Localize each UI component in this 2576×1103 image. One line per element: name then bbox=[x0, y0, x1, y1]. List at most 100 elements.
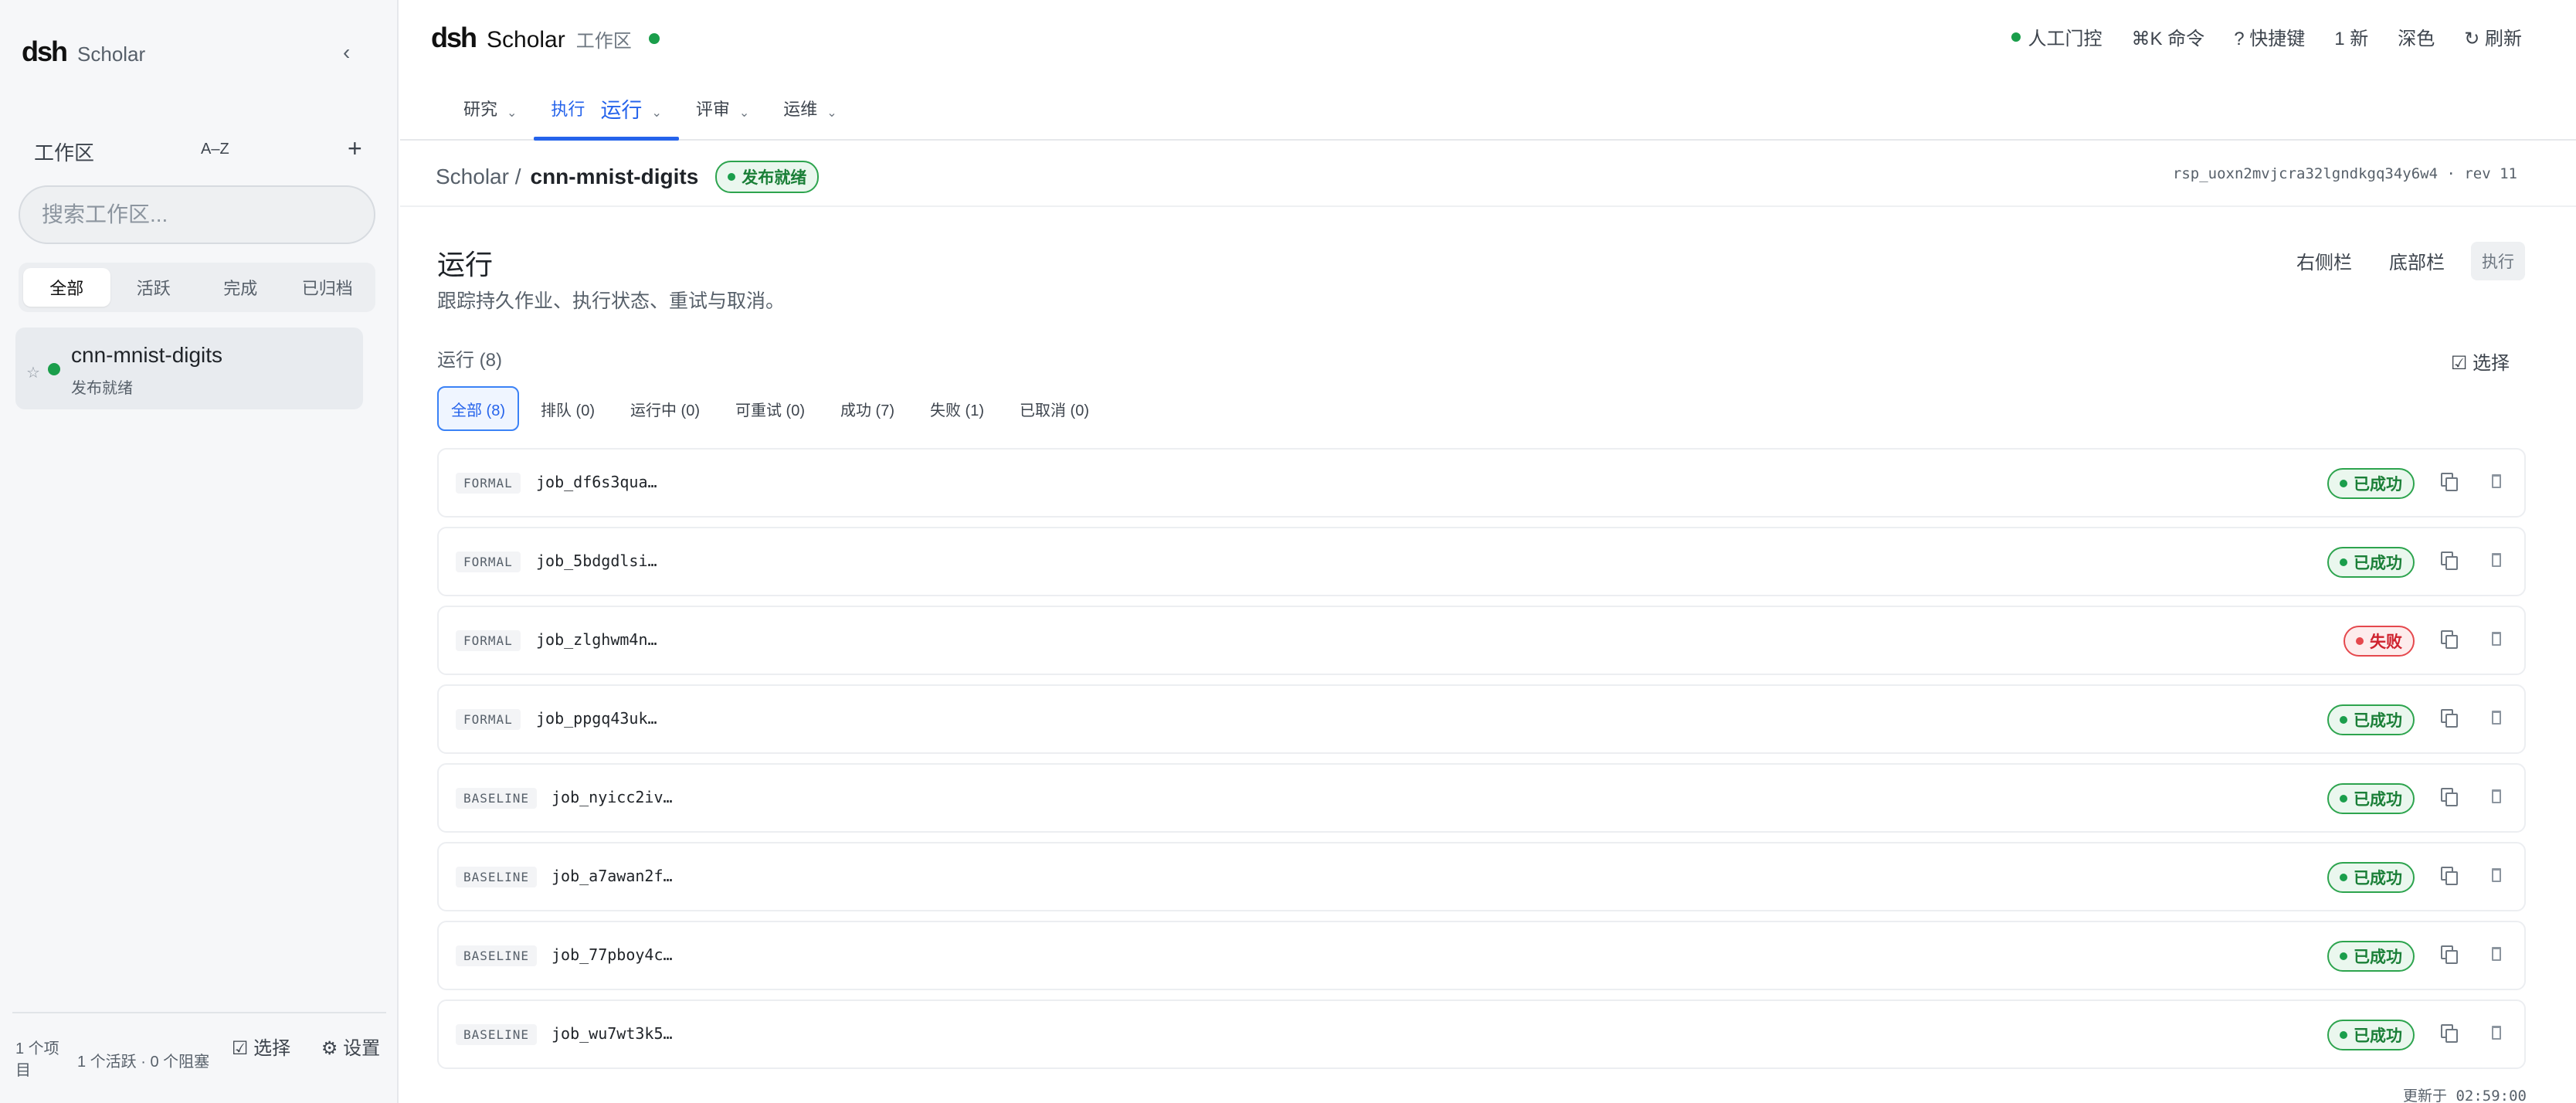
status-badge-label: 发布就绪 bbox=[742, 169, 807, 187]
run-type-tag: BASELINE bbox=[456, 1024, 538, 1045]
chip-failed[interactable]: 失败 (1) bbox=[916, 386, 998, 431]
chip-succeeded[interactable]: 成功 (7) bbox=[826, 386, 908, 431]
header-actions: 人工门控 ⌘K 命令 ? 快捷键 1 新 深色 ↻ 刷新 bbox=[2011, 23, 2522, 50]
sidebar-footer: 1 个项目 1 个活跃 · 0 个阻塞 ☑ 选择 ⚙ 设置 bbox=[12, 1012, 386, 1103]
trash-icon[interactable] bbox=[2492, 789, 2501, 803]
select-button[interactable]: ☑ 选择 bbox=[230, 1037, 292, 1061]
status-dot bbox=[2340, 874, 2347, 881]
settings-button[interactable]: ⚙ 设置 bbox=[320, 1037, 382, 1061]
copy-icon[interactable] bbox=[2441, 1024, 2458, 1043]
status-badge: 已成功 bbox=[2327, 941, 2415, 972]
copy-icon[interactable] bbox=[2441, 867, 2458, 885]
status-label: 已成功 bbox=[2354, 1027, 2402, 1045]
trash-icon[interactable] bbox=[2492, 474, 2501, 488]
execute-button[interactable]: 执行 bbox=[2471, 241, 2525, 280]
filter-done[interactable]: 完成 bbox=[197, 268, 284, 307]
filter-active[interactable]: 活跃 bbox=[110, 268, 198, 307]
breadcrumb-current: cnn-mnist-digits bbox=[530, 165, 699, 188]
run-row[interactable]: FORMAL job_zlghwm4n… 失败 bbox=[437, 606, 2526, 675]
human-gate-status-dot bbox=[2011, 32, 2021, 42]
run-type-tag: FORMAL bbox=[456, 473, 521, 494]
run-row[interactable]: FORMAL job_df6s3qua… 已成功 bbox=[437, 448, 2526, 518]
status-label: 已成功 bbox=[2354, 949, 2402, 966]
copy-icon[interactable] bbox=[2441, 552, 2458, 570]
trash-icon[interactable] bbox=[2492, 947, 2501, 961]
runs-count-label: 运行 (8) bbox=[437, 350, 502, 371]
tab-review[interactable]: 评审 ⌄ bbox=[679, 77, 766, 139]
chip-running[interactable]: 运行中 (0) bbox=[616, 386, 714, 431]
run-id: job_77pboy4c… bbox=[552, 945, 673, 964]
run-row[interactable]: BASELINE job_nyicc2iv… 已成功 bbox=[437, 763, 2526, 833]
breadcrumb-root[interactable]: Scholar / bbox=[436, 165, 521, 189]
tab-ops[interactable]: 运维 ⌄ bbox=[766, 77, 854, 139]
status-dot bbox=[2340, 795, 2347, 803]
run-row[interactable]: BASELINE job_wu7wt3k5… 已成功 bbox=[437, 999, 2526, 1069]
collapse-sidebar-icon[interactable]: ‹ bbox=[343, 40, 350, 65]
status-label: 已成功 bbox=[2354, 791, 2402, 809]
chip-queued[interactable]: 排队 (0) bbox=[527, 386, 609, 431]
run-type-tag: BASELINE bbox=[456, 788, 538, 809]
filter-archived[interactable]: 已归档 bbox=[284, 268, 372, 307]
status-label: 失败 bbox=[2370, 633, 2402, 651]
trash-icon[interactable] bbox=[2492, 632, 2501, 646]
project-count: 1 个项目 bbox=[15, 1040, 59, 1079]
chip-all[interactable]: 全部 (8) bbox=[437, 386, 519, 431]
copy-icon[interactable] bbox=[2441, 473, 2458, 491]
status-label: 已成功 bbox=[2354, 555, 2402, 572]
chevron-down-icon: ⌄ bbox=[507, 107, 518, 120]
main-nav-tabs: 研究 ⌄ 执行 运行 ⌄ 评审 ⌄ 运维 ⌄ bbox=[446, 77, 854, 141]
select-runs-button[interactable]: ☑ 选择 bbox=[2451, 348, 2510, 375]
runs-list: FORMAL job_df6s3qua… 已成功 FORMAL job_5bdg… bbox=[437, 448, 2526, 1078]
workspace-search-input[interactable] bbox=[19, 185, 375, 244]
run-id: job_5bdgdlsi… bbox=[536, 552, 657, 570]
workspace-item[interactable]: ☆ cnn-mnist-digits 发布就绪 bbox=[15, 328, 363, 409]
status-badge: 已成功 bbox=[2327, 704, 2415, 735]
run-row[interactable]: FORMAL job_5bdgdlsi… 已成功 bbox=[437, 527, 2526, 596]
copy-icon[interactable] bbox=[2441, 630, 2458, 649]
copy-icon[interactable] bbox=[2441, 788, 2458, 806]
run-type-tag: FORMAL bbox=[456, 709, 521, 730]
logo: dsh bbox=[22, 36, 68, 67]
tab-execute-label: 执行 bbox=[551, 100, 585, 119]
run-row[interactable]: FORMAL job_ppgq43uk… 已成功 bbox=[437, 684, 2526, 754]
sort-button[interactable]: A–Z bbox=[201, 141, 229, 158]
add-workspace-icon[interactable]: + bbox=[348, 134, 362, 163]
status-dot bbox=[2340, 1031, 2347, 1039]
star-icon[interactable]: ☆ bbox=[26, 363, 40, 382]
bottom-panel-button[interactable]: 底部栏 bbox=[2378, 241, 2456, 280]
header-workspace-label: 工作区 bbox=[575, 31, 632, 52]
human-gate-button[interactable]: 人工门控 bbox=[2011, 23, 2103, 50]
refresh-button[interactable]: ↻ 刷新 bbox=[2464, 23, 2522, 50]
filter-all[interactable]: 全部 bbox=[23, 268, 110, 307]
copy-icon[interactable] bbox=[2441, 709, 2458, 728]
tab-execute-sub-label: 运行 bbox=[600, 98, 643, 122]
run-id: job_nyicc2iv… bbox=[552, 788, 673, 806]
connection-status-dot bbox=[648, 33, 660, 44]
status-label: 已成功 bbox=[2354, 870, 2402, 887]
tab-execute[interactable]: 执行 运行 ⌄ bbox=[534, 77, 680, 141]
chip-cancelled[interactable]: 已取消 (0) bbox=[1006, 386, 1103, 431]
run-row[interactable]: BASELINE job_77pboy4c… 已成功 bbox=[437, 921, 2526, 990]
trash-icon[interactable] bbox=[2492, 1026, 2501, 1040]
chevron-down-icon: ⌄ bbox=[738, 107, 750, 120]
trash-icon[interactable] bbox=[2492, 711, 2501, 725]
tab-research-label: 研究 bbox=[463, 100, 498, 119]
run-type-tag: BASELINE bbox=[456, 945, 538, 966]
human-gate-label: 人工门控 bbox=[2028, 29, 2103, 49]
run-row[interactable]: BASELINE job_a7awan2f… 已成功 bbox=[437, 842, 2526, 911]
trash-icon[interactable] bbox=[2492, 868, 2501, 882]
status-dot bbox=[728, 173, 736, 181]
status-badge: 已成功 bbox=[2327, 862, 2415, 893]
new-notifications-button[interactable]: 1 新 bbox=[2334, 23, 2368, 50]
right-panel-button[interactable]: 右侧栏 bbox=[2286, 241, 2363, 280]
tab-research[interactable]: 研究 ⌄ bbox=[446, 77, 534, 139]
shortcuts-button[interactable]: ? 快捷键 bbox=[2234, 23, 2305, 50]
status-badge: 已成功 bbox=[2327, 468, 2415, 499]
chip-retryable[interactable]: 可重试 (0) bbox=[721, 386, 819, 431]
command-palette-button[interactable]: ⌘K 命令 bbox=[2132, 23, 2205, 50]
trash-icon[interactable] bbox=[2492, 553, 2501, 567]
copy-icon[interactable] bbox=[2441, 945, 2458, 964]
status-badge: 发布就绪 bbox=[715, 161, 820, 193]
page-title: 运行 bbox=[437, 249, 494, 280]
theme-toggle-button[interactable]: 深色 bbox=[2398, 23, 2435, 50]
